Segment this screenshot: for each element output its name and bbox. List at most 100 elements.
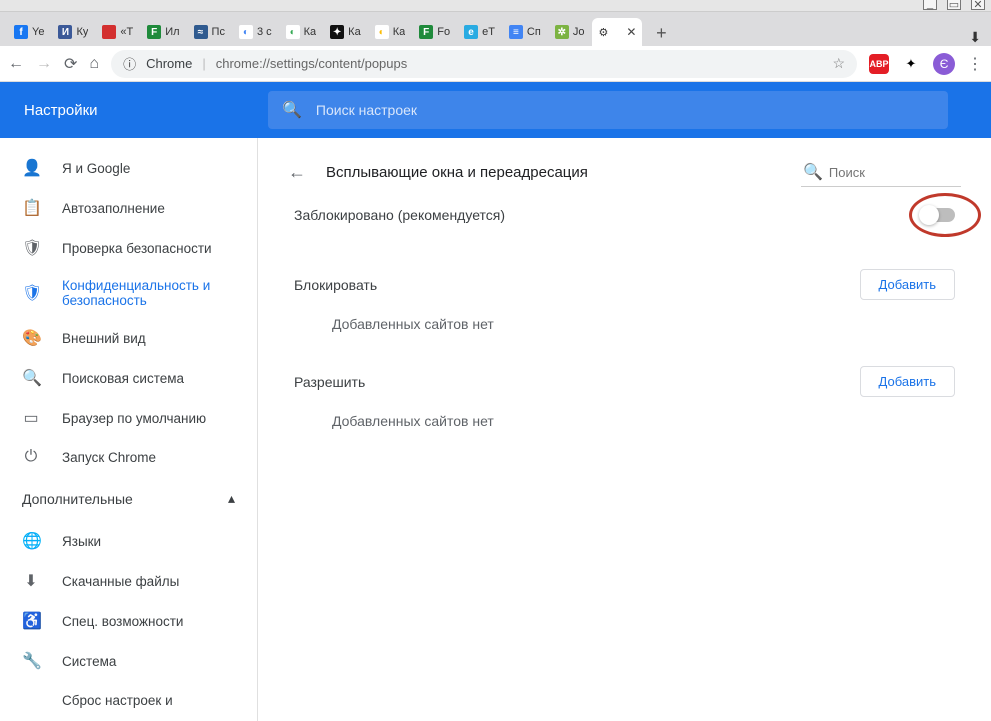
sidebar-item[interactable]: 🛡 Конфиденциальность и безопасность bbox=[0, 268, 257, 318]
add-site-button[interactable]: Добавить bbox=[860, 366, 955, 397]
nav-forward-button[interactable]: → bbox=[36, 55, 52, 73]
url-separator: | bbox=[202, 56, 205, 71]
settings-search-box[interactable]: 🔍 bbox=[268, 91, 948, 129]
browser-tab[interactable]: f Ye bbox=[8, 18, 50, 46]
sidebar-item-label: Скачанные файлы bbox=[62, 574, 179, 589]
sidebar-item[interactable]: 🌐 Языки bbox=[0, 521, 257, 561]
sidebar-item-label: Автозаполнение bbox=[62, 201, 165, 216]
sidebar-item[interactable]: 👤Я и Google bbox=[0, 148, 257, 188]
sidebar-item-label: Запуск Chrome bbox=[62, 450, 156, 465]
tab-favicon: ◐ bbox=[239, 25, 253, 39]
settings-content: ← Всплывающие окна и переадресация 🔍 Заб… bbox=[258, 138, 991, 721]
browser-tab[interactable]: ◐Ка bbox=[369, 18, 412, 46]
sidebar-item-icon: ♿ bbox=[22, 611, 40, 631]
tab-favicon: e bbox=[464, 25, 478, 39]
site-list-section: РазрешитьДобавитьДобавленных сайтов нет bbox=[288, 366, 961, 433]
sidebar-item-label: Браузер по умолчанию bbox=[62, 411, 206, 426]
content-title: Всплывающие окна и переадресация bbox=[326, 164, 781, 181]
settings-search-input[interactable] bbox=[316, 102, 934, 118]
sidebar-item-label: Конфиденциальность и безопасность bbox=[62, 278, 235, 308]
tab-label: Пс bbox=[212, 26, 225, 38]
downloads-icon[interactable]: ⬇ bbox=[969, 29, 981, 46]
tab-label: «Т bbox=[120, 26, 133, 38]
browser-tab[interactable]: ≈ Пс bbox=[188, 18, 231, 46]
sidebar-item[interactable]: ⬇Скачанные файлы bbox=[0, 561, 257, 601]
browser-tab[interactable]: ◐3 с bbox=[233, 18, 278, 46]
sidebar-item-icon: 🔧 bbox=[22, 651, 40, 671]
tab-label: Ye bbox=[32, 26, 44, 38]
browser-tab[interactable]: ✦Ка bbox=[324, 18, 367, 46]
sidebar-item[interactable]: ▭ Браузер по умолчанию bbox=[0, 398, 257, 438]
annotation-ring bbox=[909, 193, 981, 237]
sidebar-reset-item[interactable]: Сброс настроек и bbox=[0, 681, 257, 720]
tab-favicon: И bbox=[58, 25, 72, 39]
window-close-button[interactable]: ✕ bbox=[971, 0, 985, 10]
tab-favicon: ≈ bbox=[194, 25, 208, 39]
sidebar-item-icon: ▭ bbox=[22, 408, 40, 428]
url-brand: Chrome bbox=[146, 56, 192, 71]
sidebar-item-label: Система bbox=[62, 654, 116, 669]
bookmark-star-icon[interactable]: ☆ bbox=[832, 55, 845, 72]
browser-menu-button[interactable]: ⋮ bbox=[967, 54, 983, 74]
content-search[interactable]: 🔍 bbox=[801, 158, 961, 187]
sidebar-item-icon: 🎨 bbox=[22, 328, 40, 348]
sidebar-item-icon: 🔍 bbox=[22, 368, 40, 388]
url-path: chrome://settings/content/popups bbox=[216, 56, 408, 71]
window-minimize-button[interactable]: _ bbox=[923, 0, 937, 10]
site-info-icon[interactable]: ⓘ bbox=[123, 54, 136, 73]
sidebar-item[interactable]: ⏻Запуск Chrome bbox=[0, 438, 257, 476]
tab-label: Сп bbox=[527, 26, 541, 38]
browser-tab[interactable]: ◐Ка bbox=[280, 18, 323, 46]
browser-tab[interactable]: ≡Сп bbox=[503, 18, 547, 46]
tab-favicon: ✦ bbox=[330, 25, 344, 39]
new-tab-button[interactable]: + bbox=[648, 20, 674, 46]
browser-tab[interactable]: eeT bbox=[458, 18, 501, 46]
content-back-button[interactable]: ← bbox=[288, 162, 306, 183]
sidebar-item[interactable]: 📋 Автозаполнение bbox=[0, 188, 257, 228]
profile-avatar[interactable]: Є bbox=[933, 53, 955, 75]
tab-favicon bbox=[102, 25, 116, 39]
browser-tab[interactable]: ✲Jo bbox=[549, 18, 591, 46]
sidebar-item-icon: 📋 bbox=[22, 198, 40, 218]
tab-label: Fo bbox=[437, 26, 450, 38]
sidebar-item[interactable]: 🎨 Внешний вид bbox=[0, 318, 257, 358]
sidebar-item-icon: 🌐 bbox=[22, 531, 40, 551]
add-site-button[interactable]: Добавить bbox=[860, 269, 955, 300]
tab-label: eT bbox=[482, 26, 495, 38]
content-search-input[interactable] bbox=[829, 165, 959, 180]
chevron-up-icon: ▴ bbox=[228, 490, 235, 507]
browser-tab[interactable]: FИл bbox=[141, 18, 185, 46]
browser-tabstrip: fYeИКу«ТFИл≈Пс◐3 с◐Ка✦Ка◐КаFFoeeT≡Сп✲Jo⚙… bbox=[0, 12, 991, 46]
sidebar-item-icon: 👤 bbox=[22, 158, 40, 178]
extensions-icon[interactable]: ✦ bbox=[901, 54, 921, 74]
settings-title: Настройки bbox=[24, 102, 268, 119]
browser-tab[interactable]: ИКу bbox=[52, 18, 94, 46]
sidebar-advanced-header[interactable]: Дополнительные▴ bbox=[0, 476, 257, 521]
sidebar-item[interactable]: 🔍Поисковая система bbox=[0, 358, 257, 398]
sidebar-item-icon: 🛡 bbox=[22, 283, 40, 303]
browser-tab-active[interactable]: ⚙✕ bbox=[592, 18, 642, 46]
sidebar-item-label: Языки bbox=[62, 534, 101, 549]
nav-back-button[interactable]: ← bbox=[8, 55, 24, 73]
window-maximize-button[interactable]: ▭ bbox=[947, 0, 961, 10]
nav-reload-button[interactable]: ⟳ bbox=[64, 54, 77, 74]
tab-favicon: f bbox=[14, 25, 28, 39]
settings-sidebar[interactable]: 👤Я и Google📋Автозаполнение🛡Проверка безо… bbox=[0, 138, 258, 721]
sidebar-item[interactable]: 🛡Проверка безопасности bbox=[0, 228, 257, 268]
sidebar-item-label: Внешний вид bbox=[62, 331, 146, 346]
nav-home-button[interactable]: ⌂ bbox=[89, 55, 99, 73]
browser-tab[interactable]: F Fo bbox=[413, 18, 456, 46]
sidebar-item[interactable]: 🔧 Система bbox=[0, 641, 257, 681]
abp-extension-icon[interactable]: ABP bbox=[869, 54, 889, 74]
search-icon: 🔍 bbox=[282, 100, 302, 120]
browser-tab[interactable]: «Т bbox=[96, 18, 139, 46]
window-titlebar: _ ▭ ✕ bbox=[0, 0, 991, 12]
sidebar-item[interactable]: ♿Спец. возможности bbox=[0, 601, 257, 641]
address-bar[interactable]: ⓘ Chrome | chrome://settings/content/pop… bbox=[111, 50, 857, 78]
tab-close-icon[interactable]: ✕ bbox=[626, 25, 636, 39]
tab-favicon: F bbox=[419, 25, 433, 39]
search-icon: 🔍 bbox=[803, 162, 823, 182]
tab-label: Ка bbox=[393, 26, 406, 38]
sidebar-item-label: Проверка безопасности bbox=[62, 241, 212, 256]
empty-list-text: Добавленных сайтов нет bbox=[288, 397, 961, 433]
